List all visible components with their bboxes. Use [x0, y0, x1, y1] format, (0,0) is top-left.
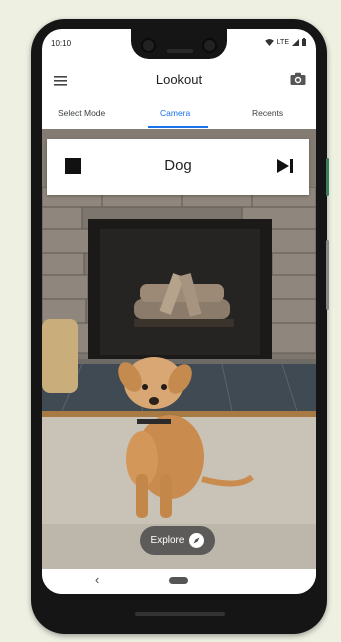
result-label: Dog	[164, 157, 192, 174]
compass-icon	[189, 533, 205, 548]
power-button	[326, 158, 329, 196]
system-nav-bar: ‹	[42, 569, 316, 594]
explore-label: Explore	[150, 535, 185, 546]
signal-icon	[292, 38, 299, 46]
mode-tabs: Select Mode Camera Recents	[42, 105, 316, 129]
front-camera-right	[202, 38, 217, 53]
back-icon[interactable]: ‹	[95, 572, 99, 587]
app-title: Lookout	[155, 72, 203, 87]
front-camera-left	[141, 38, 156, 53]
bottom-speaker	[135, 612, 225, 616]
camera-preview	[42, 129, 316, 569]
status-icons: LTE	[264, 38, 306, 46]
home-pill[interactable]	[169, 577, 188, 584]
volume-button	[326, 240, 329, 310]
wifi-icon	[264, 38, 274, 46]
camera-icon[interactable]	[290, 72, 306, 86]
tab-select-mode[interactable]: Select Mode	[58, 108, 105, 118]
phone-screen: 10:10 LTE Lookout Select Mode Camera Rec…	[42, 29, 316, 594]
network-label: LTE	[276, 38, 289, 46]
active-tab-indicator	[148, 126, 208, 128]
camera-scene	[42, 129, 316, 569]
earpiece	[167, 49, 193, 53]
result-card: Dog	[47, 139, 309, 195]
explore-button[interactable]: Explore	[140, 526, 215, 555]
tab-recents[interactable]: Recents	[252, 108, 283, 118]
status-time: 10:10	[51, 39, 72, 48]
skip-next-icon[interactable]	[275, 157, 295, 175]
tab-camera[interactable]: Camera	[160, 108, 190, 118]
battery-icon	[302, 38, 306, 46]
camera-notch	[131, 29, 227, 59]
